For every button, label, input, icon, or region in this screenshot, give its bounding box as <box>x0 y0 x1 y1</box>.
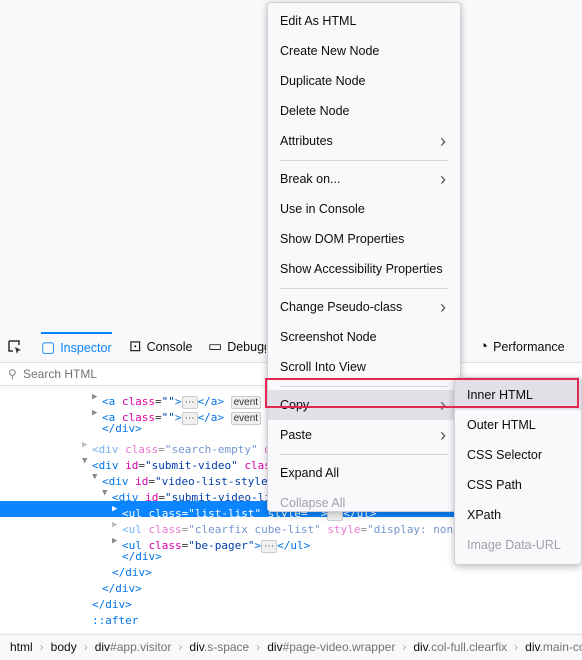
menu-item-xpath[interactable]: XPath <box>455 500 581 530</box>
search-icon: ⚲ <box>8 367 17 381</box>
inspector-icon: ▢ <box>41 339 56 356</box>
node-markup: ::after <box>92 614 139 627</box>
node-markup: </div> <box>102 582 142 595</box>
node-markup: </div> <box>92 598 132 611</box>
menu-item-expand-all[interactable]: Expand All <box>268 458 460 488</box>
expanded-twisty-icon[interactable]: ▼ <box>102 485 112 501</box>
menu-item-label: Screenshot Node <box>280 330 377 344</box>
tab-performance[interactable]: ◔ Performance <box>479 332 565 362</box>
menu-item-label: Edit As HTML <box>280 14 357 28</box>
menu-item-paste[interactable]: Paste › <box>268 420 460 450</box>
breadcrumb-item[interactable]: div.main-co <box>525 640 582 654</box>
collapsed-twisty-icon[interactable]: ▶ <box>112 517 122 533</box>
collapsed-twisty-icon[interactable]: ▶ <box>82 437 92 453</box>
tab-inspector[interactable]: ▢ Inspector <box>41 332 112 362</box>
breadcrumb-item[interactable]: body <box>51 640 77 654</box>
tab-label: Inspector <box>60 341 112 355</box>
menu-item-css-selector[interactable]: CSS Selector <box>455 440 581 470</box>
markup-node[interactable]: </div> <box>0 565 582 581</box>
menu-item-use-in-console[interactable]: Use in Console <box>268 194 460 224</box>
tab-label: Debugger <box>227 340 266 354</box>
chevron-right-icon: › <box>440 297 446 317</box>
element-picker-button[interactable] <box>7 332 23 362</box>
menu-item-label: Attributes <box>280 134 333 148</box>
collapsed-twisty-icon[interactable]: ▶ <box>92 389 102 405</box>
menu-item-screenshot-node[interactable]: Screenshot Node <box>268 322 460 352</box>
menu-item-label: XPath <box>467 508 502 522</box>
search-html-input[interactable]: Search HTML <box>23 363 97 385</box>
element-picker-icon <box>8 340 21 354</box>
tab-label: Console <box>146 340 193 354</box>
menu-item-duplicate-node[interactable]: Duplicate Node <box>268 66 460 96</box>
menu-item-create-new-node[interactable]: Create New Node <box>268 36 460 66</box>
menu-item-label: CSS Path <box>467 478 522 492</box>
menu-item-outer-html[interactable]: Outer HTML <box>455 410 581 440</box>
menu-item-label: Scroll Into View <box>280 360 366 374</box>
menu-item-collapse-all: Collapse All <box>268 488 460 518</box>
chevron-right-icon: › <box>440 425 446 445</box>
expanded-twisty-icon[interactable]: ▼ <box>92 469 102 485</box>
markup-node[interactable]: </div> <box>0 581 582 597</box>
menu-item-label: Collapse All <box>280 496 346 510</box>
collapsed-twisty-icon[interactable]: ▶ <box>112 533 122 549</box>
collapsed-twisty-icon[interactable]: ▶ <box>92 405 102 421</box>
menu-item-show-dom-properties[interactable]: Show DOM Properties <box>268 224 460 254</box>
chevron-right-icon: › <box>256 640 261 654</box>
chevron-right-icon: › <box>39 640 44 654</box>
menu-item-label: Paste <box>280 428 312 442</box>
menu-item-delete-node[interactable]: Delete Node <box>268 96 460 126</box>
menu-item-css-path[interactable]: CSS Path <box>455 470 581 500</box>
collapsed-twisty-icon[interactable]: ▶ <box>112 501 122 517</box>
menu-separator <box>280 288 448 289</box>
menu-item-label: Change Pseudo-class <box>280 300 403 314</box>
node-markup: </div> <box>102 422 142 435</box>
menu-item-edit-as-html[interactable]: Edit As HTML <box>268 6 460 36</box>
markup-node[interactable]: </div> <box>0 597 582 613</box>
debugger-icon: ▭ <box>208 338 223 355</box>
highlight-box <box>265 378 579 408</box>
breadcrumb: html › body › div#app.visitor › div.s-space › di… <box>0 634 582 660</box>
menu-item-image-data-url: Image Data-URL <box>455 530 581 560</box>
menu-item-label: Expand All <box>280 466 340 480</box>
breadcrumb-item[interactable]: div.col-full.clearfix <box>413 640 507 654</box>
menu-separator <box>280 454 448 455</box>
tab-debugger[interactable]: ▭ Debugger <box>208 332 266 362</box>
node-markup: </div> <box>122 550 162 563</box>
menu-item-label: CSS Selector <box>467 448 543 462</box>
menu-item-label: Show DOM Properties <box>280 232 405 246</box>
breadcrumb-item[interactable]: div#app.visitor <box>95 640 172 654</box>
menu-item-label: Show Accessibility Properties <box>280 262 443 276</box>
breadcrumb-item[interactable]: div.s-space <box>189 640 249 654</box>
breadcrumb-item[interactable]: div#page-video.wrapper <box>267 640 395 654</box>
menu-item-label: Break on... <box>280 172 341 186</box>
chevron-right-icon: › <box>514 640 519 654</box>
breadcrumb-item[interactable]: html <box>10 640 33 654</box>
chevron-right-icon: › <box>83 640 88 654</box>
node-markup: </div> <box>112 566 152 579</box>
menu-item-label: Image Data-URL <box>467 538 561 552</box>
menu-item-label: Duplicate Node <box>280 74 366 88</box>
chevron-right-icon: › <box>178 640 183 654</box>
performance-icon: ◔ <box>479 338 489 355</box>
menu-item-break-on[interactable]: Break on... › <box>268 164 460 194</box>
chevron-right-icon: › <box>440 169 446 189</box>
console-icon: ⊡ <box>129 338 142 355</box>
menu-separator <box>280 160 448 161</box>
markup-node[interactable]: ::after <box>0 613 582 629</box>
tab-console[interactable]: ⊡ Console <box>129 332 192 362</box>
tab-label: Performance <box>493 340 565 354</box>
menu-item-show-accessibility-properties[interactable]: Show Accessibility Properties <box>268 254 460 284</box>
context-menu: Edit As HTML Create New Node Duplicate Nod… <box>267 2 461 512</box>
chevron-right-icon: › <box>440 131 446 151</box>
menu-item-label: Delete Node <box>280 104 350 118</box>
menu-item-attributes[interactable]: Attributes › <box>268 126 460 156</box>
menu-item-label: Outer HTML <box>467 418 536 432</box>
menu-item-label: Use in Console <box>280 202 365 216</box>
expanded-twisty-icon[interactable]: ▼ <box>82 453 92 469</box>
menu-item-change-pseudo-class[interactable]: Change Pseudo-class › <box>268 292 460 322</box>
menu-item-label: Create New Node <box>280 44 380 58</box>
chevron-right-icon: › <box>402 640 407 654</box>
